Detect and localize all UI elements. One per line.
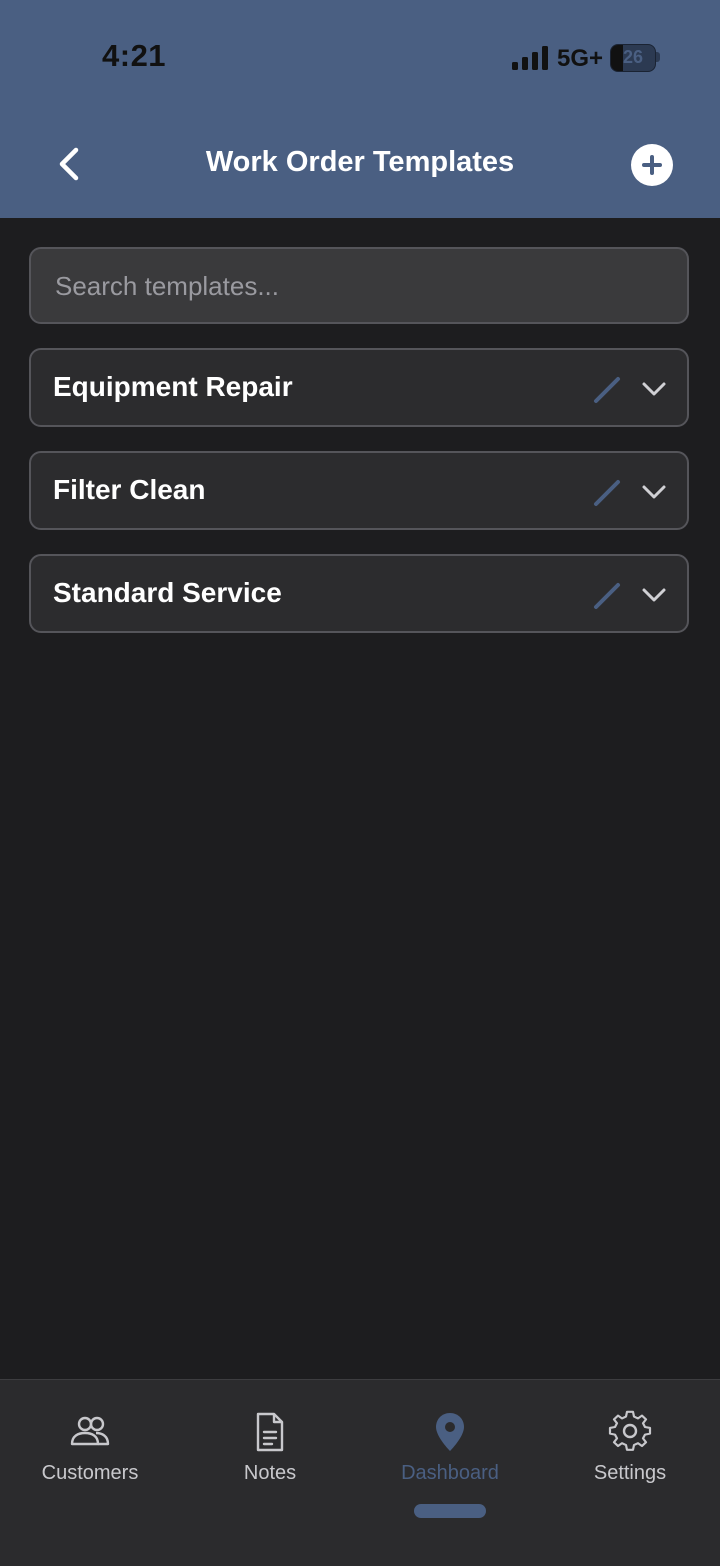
template-name: Standard Service bbox=[53, 577, 282, 608]
chevron-down-icon[interactable] bbox=[639, 477, 669, 507]
search-box[interactable] bbox=[29, 247, 689, 324]
tab-settings[interactable]: Settings bbox=[540, 1410, 720, 1490]
template-card[interactable]: Standard Service bbox=[29, 554, 689, 633]
chevron-down-icon[interactable] bbox=[639, 580, 669, 610]
document-icon bbox=[256, 1412, 284, 1452]
chevron-down-icon[interactable] bbox=[639, 374, 669, 404]
tab-label: Settings bbox=[593, 1462, 667, 1484]
template-card[interactable]: Equipment Repair bbox=[29, 348, 689, 427]
tab-customers[interactable]: Customers bbox=[0, 1410, 180, 1490]
battery-level: 26 bbox=[622, 47, 644, 67]
gear-icon bbox=[608, 1410, 652, 1451]
people-icon bbox=[70, 1416, 110, 1446]
pencil-icon[interactable] bbox=[591, 372, 625, 406]
tab-label: Notes bbox=[243, 1462, 297, 1484]
network-type: 5G+ bbox=[557, 45, 604, 72]
active-tab-indicator bbox=[414, 1504, 486, 1518]
search-input[interactable] bbox=[53, 249, 667, 324]
pencil-icon[interactable] bbox=[591, 475, 625, 509]
tab-bar: Customers Notes Dashboard Settings bbox=[0, 1379, 720, 1566]
pencil-icon[interactable] bbox=[591, 578, 625, 612]
status-indicators: 5G+ 26 bbox=[512, 44, 662, 74]
map-pin-icon bbox=[436, 1413, 464, 1451]
tab-notes[interactable]: Notes bbox=[180, 1410, 360, 1490]
tab-label: Customers bbox=[41, 1462, 139, 1484]
template-name: Equipment Repair bbox=[53, 371, 293, 402]
template-name: Filter Clean bbox=[53, 474, 206, 505]
add-template-button[interactable] bbox=[631, 144, 673, 186]
signal-icon bbox=[512, 46, 548, 70]
status-time: 4:21 bbox=[102, 38, 167, 73]
battery-cap bbox=[656, 52, 660, 62]
app-header: 4:21 5G+ 26 Work Order Templates bbox=[0, 0, 720, 218]
page-title: Work Order Templates bbox=[205, 146, 515, 178]
tab-dashboard[interactable]: Dashboard bbox=[360, 1410, 540, 1490]
tab-label: Dashboard bbox=[401, 1462, 499, 1484]
battery-icon: 26 bbox=[610, 44, 656, 72]
template-card[interactable]: Filter Clean bbox=[29, 451, 689, 530]
